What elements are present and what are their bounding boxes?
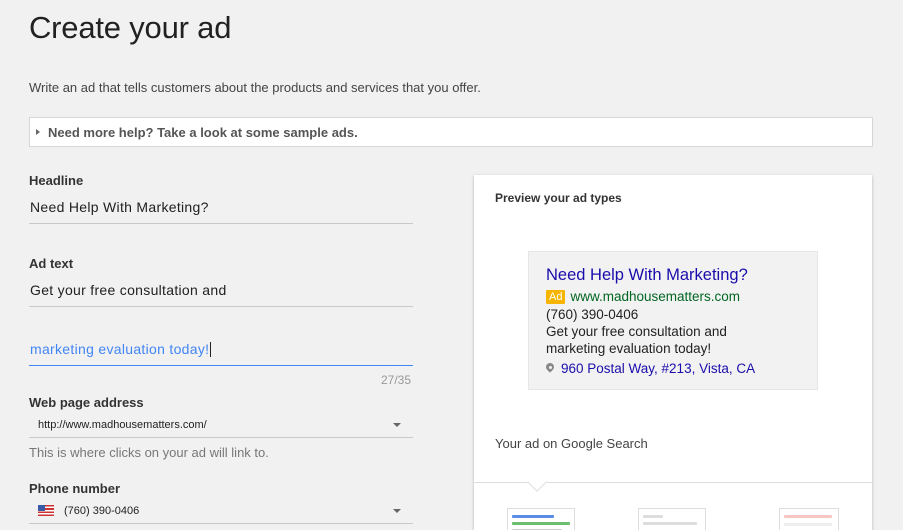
web-address-value: http://www.madhousematters.com/ bbox=[38, 418, 207, 431]
sample-ads-link: Need more help? Take a look at some samp… bbox=[48, 124, 358, 140]
thumb-bar bbox=[784, 515, 832, 518]
thumb-bar bbox=[643, 515, 663, 518]
page-title: Create your ad bbox=[29, 10, 232, 45]
ad-text-label: Ad text bbox=[29, 256, 74, 271]
ad-badge: Ad bbox=[546, 289, 566, 304]
ad-preview-address: 960 Postal Way, #213, Vista, CA bbox=[561, 361, 756, 376]
ad-preview-headline: Need Help With Marketing? bbox=[546, 266, 748, 284]
ad-type-label: Your ad on Google Search bbox=[495, 436, 648, 451]
ad-preview-phone: (760) 390-0406 bbox=[546, 307, 639, 322]
headline-input[interactable]: Need Help With Marketing? bbox=[29, 199, 413, 224]
dropdown-arrow-icon bbox=[393, 509, 401, 513]
thumb-bar bbox=[784, 523, 832, 526]
web-address-hint: This is where clicks on your ad will lin… bbox=[29, 445, 269, 460]
web-address-select[interactable]: http://www.madhousematters.com/ bbox=[29, 412, 413, 438]
text-caret bbox=[210, 342, 212, 357]
thumb-bar bbox=[512, 515, 554, 518]
headline-label: Headline bbox=[29, 173, 84, 188]
ad-text-line2-input[interactable]: marketing evaluation today! bbox=[29, 341, 413, 366]
ad-preview-location: 960 Postal Way, #213, Vista, CA bbox=[546, 361, 817, 376]
ad-text-line1-input[interactable]: Get your free consultation and bbox=[29, 282, 413, 307]
ad-type-thumb-mobile[interactable] bbox=[779, 508, 839, 530]
phone-select[interactable]: (760) 390-0406 bbox=[29, 498, 413, 524]
ad-preview-url-row: Ad www.madhousematters.com bbox=[546, 289, 817, 304]
preview-panel: Preview your ad types Need Help With Mar… bbox=[474, 175, 872, 530]
sample-ads-expander[interactable]: Need more help? Take a look at some samp… bbox=[29, 117, 873, 147]
dropdown-arrow-icon bbox=[393, 423, 401, 427]
location-pin-icon bbox=[546, 363, 554, 374]
selected-pointer bbox=[527, 472, 547, 492]
web-address-label: Web page address bbox=[29, 395, 144, 410]
char-counter: 27/35 bbox=[381, 373, 412, 387]
ad-preview-url: www.madhousematters.com bbox=[570, 289, 741, 304]
thumb-bar bbox=[512, 522, 570, 525]
ad-type-thumb-display[interactable] bbox=[638, 508, 706, 530]
ad-preview-line2: marketing evaluation today! bbox=[546, 341, 712, 356]
ad-preview-line1: Get your free consultation and bbox=[546, 324, 727, 339]
thumb-bar bbox=[643, 522, 697, 525]
triangle-right-icon bbox=[36, 129, 40, 135]
ad-text-line2-value: marketing evaluation today! bbox=[30, 341, 210, 357]
phone-value: (760) 390-0406 bbox=[64, 504, 140, 517]
preview-title: Preview your ad types bbox=[495, 191, 622, 205]
phone-label: Phone number bbox=[29, 481, 121, 496]
page-subtitle: Write an ad that tells customers about t… bbox=[29, 80, 481, 95]
ad-preview-card: Need Help With Marketing? Ad www.madhous… bbox=[528, 251, 818, 390]
ad-type-thumb-search[interactable] bbox=[507, 508, 575, 530]
us-flag-icon bbox=[38, 505, 54, 516]
